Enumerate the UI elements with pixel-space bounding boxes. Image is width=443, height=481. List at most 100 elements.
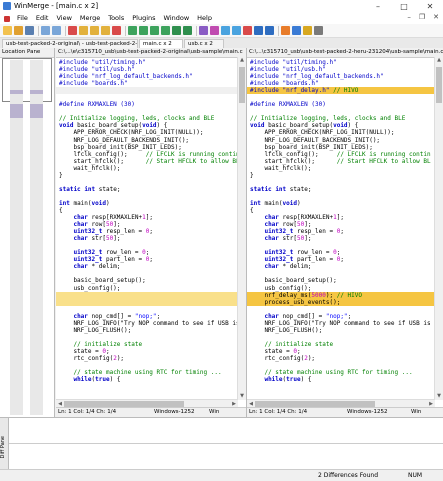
left-code-line[interactable]: #include "util/timing.h": [56, 59, 238, 66]
menu-tools[interactable]: Tools: [104, 13, 128, 24]
left-code-line[interactable]: ​: [56, 291, 238, 299]
menu-plugins[interactable]: Plugins: [128, 13, 159, 24]
left-code-line[interactable]: bsp_board_init(BSP_INIT_LEDS);: [56, 144, 238, 151]
current-diff-icon[interactable]: [101, 26, 110, 35]
undo-icon[interactable]: [41, 26, 50, 35]
left-code-line[interactable]: APP_ERROR_CHECK(NRF_LOG_INIT(NULL));: [56, 129, 238, 136]
left-code-line[interactable]: ​: [56, 334, 238, 341]
left-code-line[interactable]: uint32_t part_len = 0;: [56, 256, 238, 263]
right-code-line[interactable]: #include "boards.h": [247, 80, 435, 87]
right-code-line[interactable]: bsp_board_init(BSP_INIT_LEDS);: [247, 144, 435, 151]
right-code-line[interactable]: }: [247, 172, 435, 179]
left-code-line[interactable]: ​: [56, 193, 238, 200]
right-code-line[interactable]: // initialize state: [247, 341, 435, 348]
menu-window[interactable]: Window: [160, 13, 194, 24]
right-code-line[interactable]: ​: [247, 270, 435, 277]
left-code-line[interactable]: char str[50];: [56, 235, 238, 242]
left-code-line[interactable]: ​: [56, 179, 238, 186]
open-left-icon[interactable]: [254, 26, 263, 35]
right-code-line[interactable]: #include "nrf_delay.h" // HIVO: [247, 87, 435, 95]
menu-file[interactable]: File: [13, 13, 32, 24]
right-code-line[interactable]: APP_ERROR_CHECK(NRF_LOG_INIT(NULL));: [247, 129, 435, 136]
left-code-line[interactable]: uint32_t resp_len = 0;: [56, 228, 238, 235]
options-icon[interactable]: [243, 26, 252, 35]
copy-left-advance-icon[interactable]: [161, 26, 170, 35]
left-code-line[interactable]: state = 0;: [56, 348, 238, 355]
right-code-line[interactable]: process_usb_events();: [247, 298, 435, 306]
right-code-line[interactable]: uint32_t row_len = 0;: [247, 249, 435, 256]
left-code-line[interactable]: {: [56, 207, 238, 214]
left-code-line[interactable]: // initialize state: [56, 341, 238, 348]
left-code-line[interactable]: ​: [56, 94, 238, 101]
doc-close-button[interactable]: ✕: [433, 13, 439, 21]
doc-restore-button[interactable]: ❐: [419, 13, 425, 21]
left-code-line[interactable]: ​: [56, 108, 238, 115]
left-code-line[interactable]: }: [56, 172, 238, 179]
menu-edit[interactable]: Edit: [32, 13, 53, 24]
right-code-line[interactable]: uint32_t resp_len = 0;: [247, 228, 435, 235]
right-code-line[interactable]: NRF_LOG_INFO("Try NOP command to see if …: [247, 320, 435, 327]
prev-diff-icon[interactable]: [79, 26, 88, 35]
copy-right-icon[interactable]: [128, 26, 137, 35]
right-code-line[interactable]: // Initialize logging, leds, clocks and …: [247, 115, 435, 122]
right-code-line[interactable]: #include "nrf_log_default_backends.h": [247, 73, 435, 80]
left-code-line[interactable]: ​: [56, 362, 238, 369]
left-code-line[interactable]: char row[50];: [56, 221, 238, 228]
right-code-line[interactable]: ​: [247, 362, 435, 369]
left-code-line[interactable]: char resp[RXMAXLEN+1];: [56, 214, 238, 221]
left-code-line[interactable]: lfclk_config(); // LFCLK is running cont…: [56, 151, 238, 158]
left-code-line[interactable]: NRF_LOG_INFO("Try NOP command to see if …: [56, 320, 238, 327]
left-vertical-scrollbar[interactable]: ▲ ▼: [237, 57, 246, 400]
next-diff-icon[interactable]: [90, 26, 99, 35]
refresh-icon[interactable]: [292, 26, 301, 35]
left-code-line[interactable]: uint32_t row_len = 0;: [56, 249, 238, 256]
redo-icon[interactable]: [52, 26, 61, 35]
copy-all-left-icon[interactable]: [183, 26, 192, 35]
right-code-line[interactable]: NRF_LOG_DEFAULT_BACKENDS_INIT();: [247, 137, 435, 144]
tab-folder-compare[interactable]: usb-test-packed-2-original\ - usb-test-p…: [2, 39, 138, 48]
left-code-line[interactable]: #include "util/usb.h": [56, 66, 238, 73]
right-code-line[interactable]: char str[50];: [247, 235, 435, 242]
compare-selection-icon[interactable]: [210, 26, 219, 35]
tab-main-c[interactable]: main.c x 2: [139, 39, 183, 48]
copy-all-right-icon[interactable]: [172, 26, 181, 35]
left-code-line[interactable]: ​: [56, 87, 238, 95]
right-code-line[interactable]: #include "util/timing.h": [247, 59, 435, 66]
menu-view[interactable]: View: [52, 13, 75, 24]
left-code-line[interactable]: basic_board_setup();: [56, 277, 238, 284]
right-code-line[interactable]: #include "util/usb.h": [247, 66, 435, 73]
left-code-line[interactable]: void basic_board_setup(void) {: [56, 122, 238, 129]
last-diff-icon[interactable]: [112, 26, 121, 35]
right-code-line[interactable]: basic_board_setup();: [247, 277, 435, 284]
left-code-line[interactable]: int main(void): [56, 200, 238, 207]
right-code-line[interactable]: nrf_delay_ms(5000); // HIVO: [247, 291, 435, 299]
filter-icon[interactable]: [281, 26, 290, 35]
left-code-line[interactable]: NRF_LOG_DEFAULT_BACKENDS_INIT();: [56, 137, 238, 144]
left-code-line[interactable]: wait_hfclk();: [56, 165, 238, 172]
doc-minimize-button[interactable]: –: [407, 13, 411, 21]
right-code-line[interactable]: ​: [247, 306, 435, 313]
right-code-line[interactable]: while(true) {: [247, 376, 435, 383]
new-icon[interactable]: [3, 26, 12, 35]
left-code-line[interactable]: while(true) {: [56, 376, 238, 383]
left-code-line[interactable]: #define RXMAXLEN (30): [56, 101, 238, 108]
open-icon[interactable]: [14, 26, 23, 35]
left-code-line[interactable]: static int state;: [56, 186, 238, 193]
right-code-line[interactable]: ​: [247, 242, 435, 249]
menu-merge[interactable]: Merge: [76, 13, 104, 24]
left-code-line[interactable]: start_hfclk(); // Start HFCLK to allow B…: [56, 158, 238, 165]
right-code-line[interactable]: char * delim;: [247, 263, 435, 270]
left-code-line[interactable]: ​: [56, 298, 238, 306]
compare-icon[interactable]: [199, 26, 208, 35]
first-diff-icon[interactable]: [68, 26, 77, 35]
menu-help[interactable]: Help: [193, 13, 216, 24]
rescan-icon[interactable]: [232, 26, 241, 35]
right-code-line[interactable]: wait_hfclk();: [247, 165, 435, 172]
left-code-line[interactable]: NRF_LOG_FLUSH();: [56, 327, 238, 334]
left-code-line[interactable]: ​: [56, 306, 238, 313]
right-code-line[interactable]: char resp[RXMAXLEN+1];: [247, 214, 435, 221]
right-code-line[interactable]: int main(void): [247, 200, 435, 207]
settings-icon[interactable]: [303, 26, 312, 35]
left-code-view[interactable]: #include "util/timing.h" #include "util/u…: [56, 59, 238, 400]
right-code-line[interactable]: ​: [247, 179, 435, 186]
